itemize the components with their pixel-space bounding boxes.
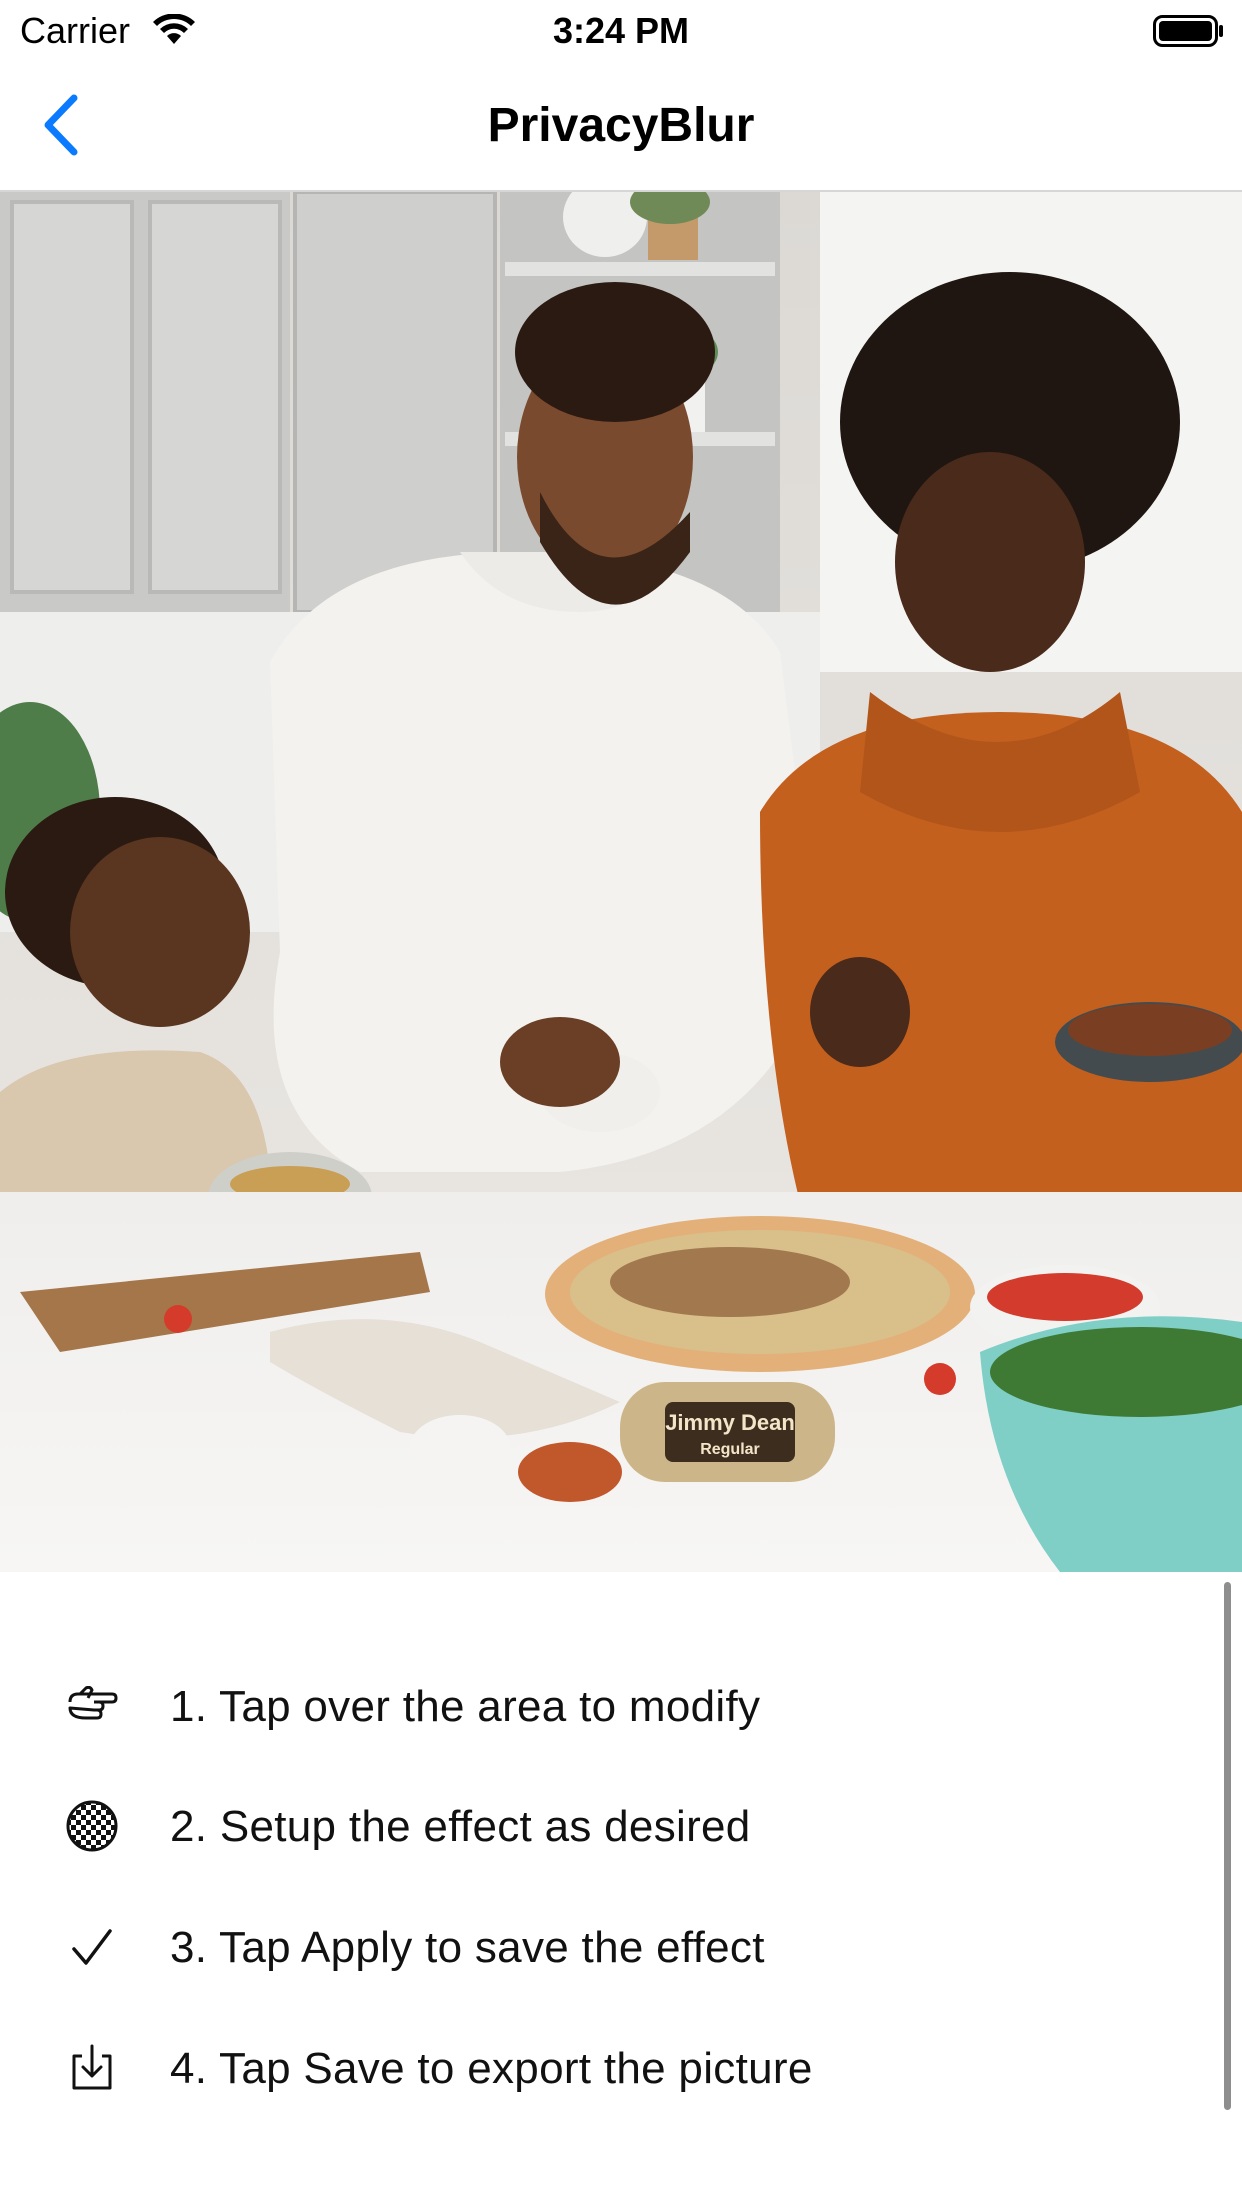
navigation-bar: PrivacyBlur: [0, 62, 1242, 192]
step-label: 2. Setup the effect as desired: [170, 1802, 751, 1851]
save-tray-icon: [64, 2042, 120, 2094]
photo-canvas[interactable]: Jimmy Dean Regular: [0, 192, 1242, 1572]
checkmark-icon: [64, 1921, 120, 1973]
scroll-indicator[interactable]: [1224, 1582, 1231, 2110]
step-apply: 3. Tap Apply to save the effect: [0, 1907, 1200, 1987]
step-save: 4. Tap Save to export the picture: [0, 2028, 1200, 2108]
page-title: PrivacyBlur: [487, 99, 755, 152]
package-sublabel: Regular: [700, 1441, 760, 1458]
step-setup-effect: 2. Setup the effect as desired: [0, 1786, 1200, 1866]
checkerboard-icon: [64, 1800, 120, 1852]
package-label: Jimmy Dean: [665, 1410, 795, 1435]
status-time: 3:24 PM: [552, 10, 690, 51]
step-label: 3. Tap Apply to save the effect: [170, 1923, 765, 1972]
status-bar: Carrier 3:24 PM: [0, 0, 1242, 62]
step-label: 1. Tap over the area to modify: [170, 1682, 761, 1731]
step-label: 4. Tap Save to export the picture: [170, 2044, 813, 2093]
step-tap-area: 1. Tap over the area to modify: [0, 1666, 1200, 1746]
instructions-list[interactable]: 1. Tap over the area to modify 2. Setup …: [0, 1572, 1242, 2208]
battery-icon: [1153, 15, 1225, 47]
pointing-hand-icon: [64, 1680, 120, 1732]
